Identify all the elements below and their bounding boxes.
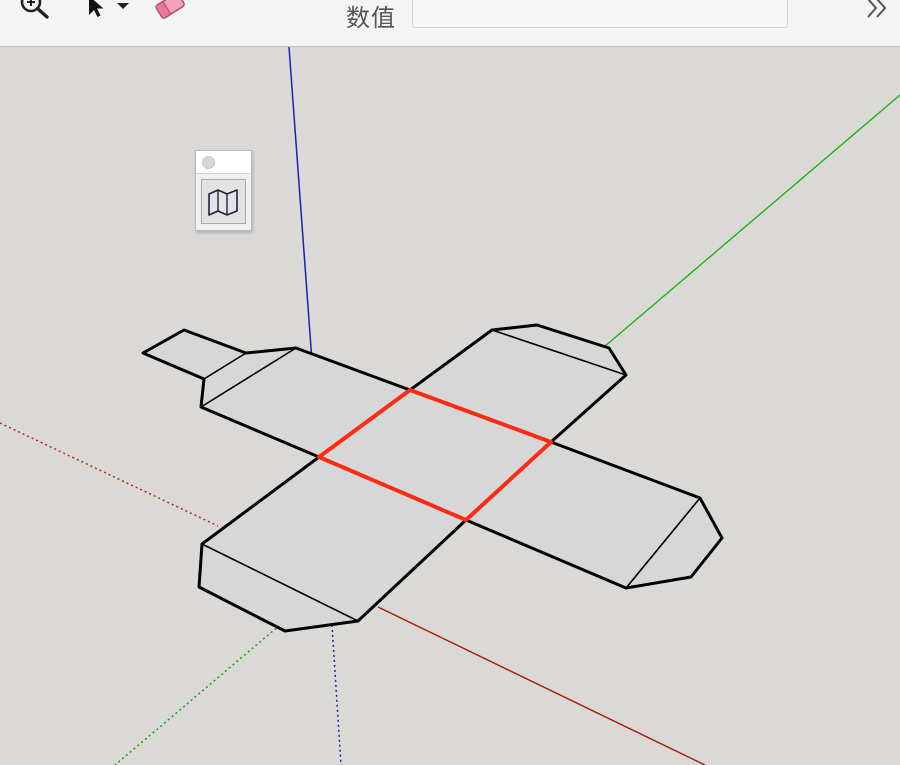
model-viewport[interactable] — [0, 47, 900, 765]
green-axis-negative — [114, 624, 281, 765]
floating-tool-palette[interactable] — [195, 150, 252, 231]
select-tool-button[interactable] — [84, 0, 136, 24]
palette-titlebar[interactable] — [196, 151, 251, 174]
main-toolbar: 数值 — [0, 0, 900, 47]
unfold-map-icon — [207, 188, 238, 216]
red-axis-positive — [377, 606, 706, 765]
chevron-down-icon — [117, 3, 129, 9]
double-chevron-right-icon — [867, 0, 887, 18]
measurements-input[interactable] — [412, 0, 788, 28]
eraser-tool-button[interactable] — [150, 0, 192, 24]
palette-close-button[interactable] — [202, 156, 215, 169]
arrow-cursor-icon — [89, 0, 129, 17]
magnifier-icon — [20, 0, 49, 19]
green-axis-positive — [603, 94, 900, 348]
blue-axis-negative — [331, 624, 342, 765]
unfold-tool-button[interactable] — [201, 179, 246, 224]
toolbar-overflow-button[interactable] — [862, 0, 892, 24]
eraser-icon — [155, 0, 185, 19]
model-canvas[interactable] — [0, 47, 900, 765]
red-axis-negative — [0, 422, 219, 527]
measurements-label: 数值 — [346, 4, 396, 32]
zoom-tool-button[interactable] — [12, 0, 56, 24]
